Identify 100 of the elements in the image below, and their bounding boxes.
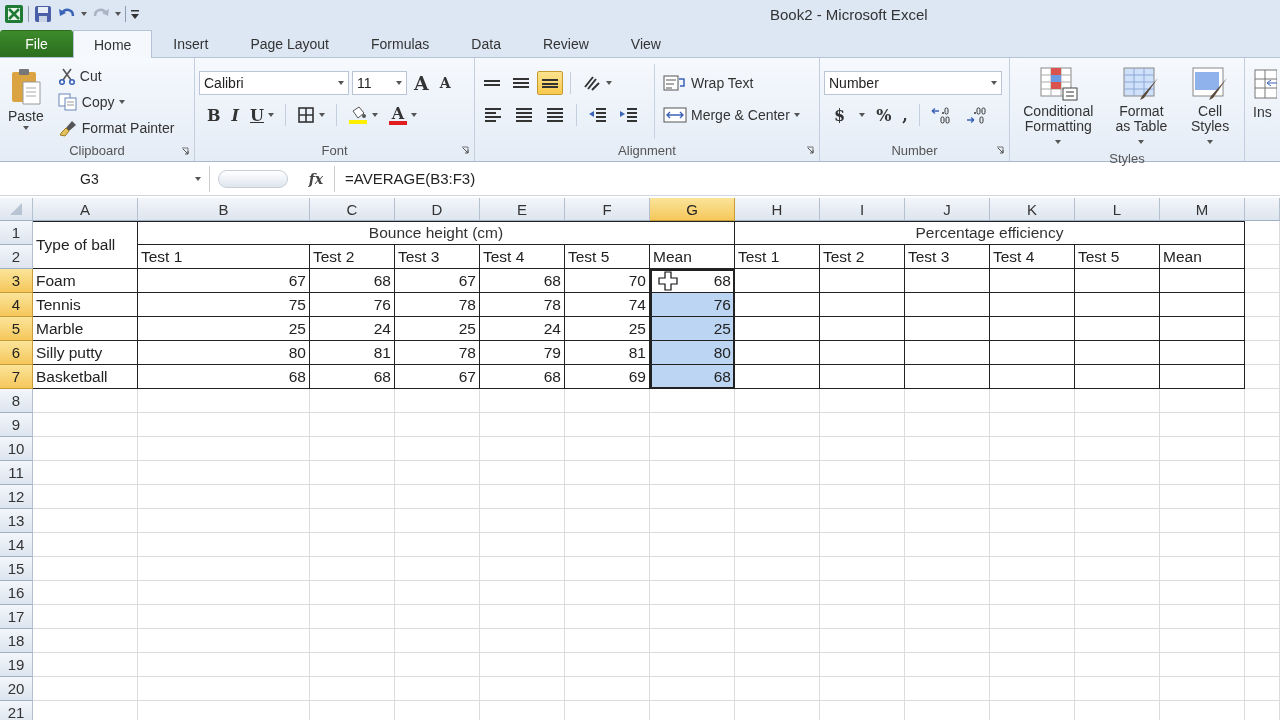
- table-cell[interactable]: 80: [138, 341, 310, 365]
- column-header[interactable]: M: [1160, 198, 1245, 221]
- empty-cell[interactable]: [1075, 317, 1160, 341]
- empty-cell[interactable]: [905, 293, 990, 317]
- table-cell[interactable]: 76: [310, 293, 395, 317]
- insert-cells-button[interactable]: Ins: [1249, 64, 1280, 161]
- table-cell[interactable]: Basketball: [33, 365, 138, 389]
- styles-button[interactable]: Cell Styles: [1180, 64, 1240, 151]
- row-header[interactable]: 11: [0, 461, 33, 485]
- empty-cell[interactable]: [990, 341, 1075, 365]
- empty-cell[interactable]: [990, 317, 1075, 341]
- column-header[interactable]: A: [33, 198, 138, 221]
- table-cell[interactable]: 24: [310, 317, 395, 341]
- merged-header-cell[interactable]: Percentage efficiency: [735, 221, 1245, 245]
- font-name-field[interactable]: Calibri: [199, 71, 349, 95]
- empty-cell[interactable]: [820, 341, 905, 365]
- row-header[interactable]: 13: [0, 509, 33, 533]
- ribbon-tab[interactable]: Insert: [152, 30, 230, 57]
- copy-button[interactable]: Copy: [53, 90, 179, 114]
- empty-cell[interactable]: [820, 365, 905, 389]
- empty-cell[interactable]: [1075, 341, 1160, 365]
- italic-button[interactable]: I: [227, 103, 243, 127]
- table-cell[interactable]: Foam: [33, 269, 138, 293]
- table-cell[interactable]: 81: [310, 341, 395, 365]
- cut-button[interactable]: Cut: [53, 64, 179, 88]
- dialog-launcher-icon[interactable]: [181, 147, 189, 155]
- empty-cell[interactable]: [1160, 293, 1245, 317]
- empty-cell[interactable]: [905, 317, 990, 341]
- paste-button[interactable]: Paste: [4, 66, 48, 140]
- merged-header-cell[interactable]: Bounce height (cm): [138, 221, 735, 245]
- name-box[interactable]: G3: [0, 165, 210, 192]
- table-cell[interactable]: 75: [138, 293, 310, 317]
- column-header[interactable]: E: [480, 198, 565, 221]
- row-header[interactable]: 8: [0, 389, 33, 413]
- table-cell[interactable]: 68: [650, 365, 735, 389]
- vertical-align-button[interactable]: [537, 71, 563, 95]
- comma-button[interactable]: ,: [898, 103, 912, 127]
- bold-button[interactable]: B: [203, 103, 225, 127]
- table-cell[interactable]: 24: [480, 317, 565, 341]
- column-header[interactable]: G: [650, 198, 735, 221]
- table-cell[interactable]: Marble: [33, 317, 138, 341]
- column-header[interactable]: C: [310, 198, 395, 221]
- table-cell[interactable]: Test 3: [905, 245, 990, 269]
- save-icon[interactable]: [33, 4, 53, 24]
- table-cell[interactable]: 78: [480, 293, 565, 317]
- ribbon-tab[interactable]: Home: [73, 30, 153, 58]
- table-cell[interactable]: Tennis: [33, 293, 138, 317]
- styles-button[interactable]: Conditional Formatting: [1014, 64, 1103, 151]
- table-cell[interactable]: 68: [650, 269, 735, 293]
- row-header[interactable]: 2: [0, 245, 33, 269]
- customize-toolbar-icon[interactable]: [130, 8, 140, 20]
- column-header[interactable]: L: [1075, 198, 1160, 221]
- ribbon-tab[interactable]: Data: [450, 30, 522, 57]
- file-tab[interactable]: File: [0, 30, 73, 57]
- table-cell[interactable]: Test 5: [1075, 245, 1160, 269]
- table-cell[interactable]: Test 5: [565, 245, 650, 269]
- row-header[interactable]: 1: [0, 221, 33, 245]
- row-header[interactable]: 12: [0, 485, 33, 509]
- row-header[interactable]: 19: [0, 653, 33, 677]
- row-header[interactable]: 18: [0, 629, 33, 653]
- table-cell[interactable]: 79: [480, 341, 565, 365]
- merge-center-button[interactable]: Merge & Center: [659, 103, 804, 127]
- percent-button[interactable]: %: [872, 103, 896, 127]
- wrap-text-button[interactable]: Wrap Text: [659, 71, 758, 95]
- shrink-font-button[interactable]: A: [435, 71, 455, 95]
- table-cell[interactable]: Test 2: [820, 245, 905, 269]
- empty-cell[interactable]: [1075, 269, 1160, 293]
- empty-cell[interactable]: [1160, 341, 1245, 365]
- column-header[interactable]: D: [395, 198, 480, 221]
- empty-cell[interactable]: [905, 365, 990, 389]
- table-cell[interactable]: 76: [650, 293, 735, 317]
- empty-cell[interactable]: [905, 269, 990, 293]
- table-cell[interactable]: Mean: [1160, 245, 1245, 269]
- column-header[interactable]: J: [905, 198, 990, 221]
- ribbon-tab[interactable]: Page Layout: [229, 30, 350, 57]
- table-cell[interactable]: Type of ball: [33, 221, 138, 269]
- underline-button[interactable]: U: [246, 103, 278, 127]
- select-all-button[interactable]: [0, 198, 33, 221]
- column-header[interactable]: [1245, 198, 1280, 221]
- table-cell[interactable]: 67: [138, 269, 310, 293]
- row-header[interactable]: 3: [0, 269, 33, 293]
- row-header[interactable]: 15: [0, 557, 33, 581]
- empty-cell[interactable]: [1075, 293, 1160, 317]
- row-header[interactable]: 17: [0, 605, 33, 629]
- table-cell[interactable]: 80: [650, 341, 735, 365]
- column-header[interactable]: B: [138, 198, 310, 221]
- currency-button[interactable]: $: [830, 103, 870, 127]
- table-cell[interactable]: 25: [395, 317, 480, 341]
- font-color-button[interactable]: A: [384, 103, 421, 127]
- empty-cell[interactable]: [905, 341, 990, 365]
- format-painter-button[interactable]: Format Painter: [53, 116, 179, 140]
- column-header[interactable]: I: [820, 198, 905, 221]
- table-cell[interactable]: Test 2: [310, 245, 395, 269]
- table-cell[interactable]: 78: [395, 293, 480, 317]
- table-cell[interactable]: Silly putty: [33, 341, 138, 365]
- row-header[interactable]: 6: [0, 341, 33, 365]
- row-header[interactable]: 21: [0, 701, 33, 720]
- empty-cell[interactable]: [1160, 365, 1245, 389]
- ribbon-tab[interactable]: Formulas: [350, 30, 451, 57]
- empty-cell[interactable]: [990, 293, 1075, 317]
